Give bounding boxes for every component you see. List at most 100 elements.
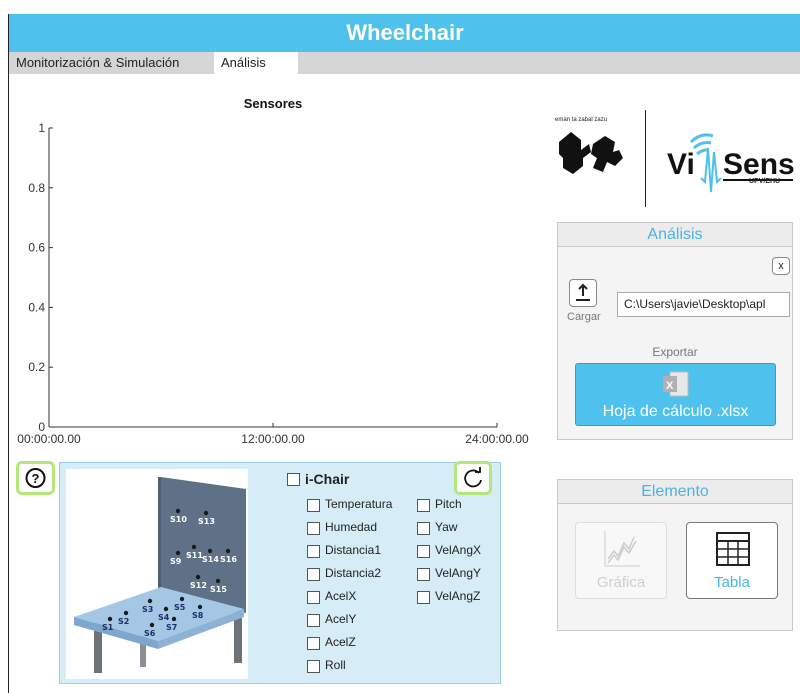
- checkbox-roll[interactable]: [307, 660, 320, 673]
- sensor-label-velangy: VelAngY: [435, 566, 482, 580]
- sensor-label-humedad: Humedad: [325, 520, 378, 534]
- sensor-dot: [215, 578, 221, 584]
- export-xlsx-button[interactable]: X Hoja de cálculo .xlsx: [575, 363, 776, 426]
- y-tick-label: 0.2: [28, 360, 45, 374]
- y-tick-label: 0.8: [28, 181, 45, 195]
- sensor-label: S2: [118, 617, 129, 626]
- tabla-button[interactable]: Tabla: [686, 522, 778, 599]
- sensor-dot: [107, 616, 113, 622]
- tab-bar: Monitorización & Simulación Análisis: [9, 52, 800, 74]
- upload-icon: [576, 283, 590, 301]
- upload-button[interactable]: [569, 279, 597, 307]
- refresh-icon: [464, 467, 482, 488]
- chart-svg: Sensores00.20.40.60.8100:00:00.00 12:00:0…: [17, 96, 529, 446]
- sensor-label: S16: [220, 555, 237, 564]
- sensors-chart: Sensores 0 0.2 0.4 0.6 0.8 1 00:00:00.00 12:00:0…: [9, 94, 549, 464]
- exportar-label: Exportar: [652, 345, 698, 359]
- checkbox-distancia1[interactable]: [307, 545, 320, 558]
- table-icon: [716, 532, 750, 566]
- y-tick-label: 0.6: [28, 241, 45, 255]
- sensor-label: S9: [170, 557, 182, 566]
- sensor-label: S7: [166, 623, 177, 632]
- logo-divider: [645, 110, 646, 207]
- x-tick-label: 00:00:00.00: [17, 432, 81, 446]
- checkbox-velangz[interactable]: [417, 591, 430, 604]
- checkbox-acely[interactable]: [307, 614, 320, 627]
- checkbox-humedad[interactable]: [307, 522, 320, 535]
- grafica-label: Gráfica: [596, 574, 646, 591]
- sensor-label: S10: [170, 515, 187, 524]
- sensor-label: S6: [144, 629, 156, 638]
- ehu-motto: eman ta zabal zazu: [555, 117, 608, 123]
- grafica-button[interactable]: Gráfica: [575, 522, 667, 599]
- sensor-label-distancia2: Distancia2: [325, 566, 382, 580]
- sensor-dot: [191, 544, 197, 550]
- checkbox-acelz[interactable]: [307, 637, 320, 650]
- sensor-dot: [197, 604, 203, 610]
- svg-text:X: X: [666, 380, 674, 392]
- sensor-dot: [195, 574, 201, 580]
- sensor-label: S1: [102, 623, 114, 632]
- sensor-dot: [175, 550, 181, 556]
- vinsens-logo-icon: Vi Sens: [667, 133, 795, 193]
- sensor-dot: [147, 598, 153, 604]
- x-tick-label: 24:00:00.00: [465, 432, 529, 446]
- checkbox-temperatura[interactable]: [307, 499, 320, 512]
- checkbox-yaw[interactable]: [417, 522, 430, 535]
- excel-icon: X: [663, 371, 689, 397]
- chair-illustration: S10 S13 S9 S11 S14 S16 S12 S15 S1 S2 S3 S4 S5 S6 S7 S8: [74, 477, 246, 673]
- close-button[interactable]: x: [772, 257, 790, 275]
- chair-image: S10 S13 S9 S11 S14 S16 S12 S15 S1 S2 S3 S4 S5 S6 S7 S8: [66, 469, 248, 679]
- sensor-label: S13: [198, 517, 215, 526]
- sensor-dot: [179, 596, 185, 602]
- sensor-label-acely: AcelY: [325, 612, 357, 626]
- help-icon: ?: [25, 468, 46, 488]
- svg-text:?: ?: [32, 471, 40, 486]
- tab-monitorizacion[interactable]: Monitorización & Simulación: [9, 52, 186, 74]
- sensor-label: S4: [158, 613, 170, 622]
- sensor-label: S8: [192, 611, 204, 620]
- sensor-dot: [175, 508, 181, 514]
- sensor-dot: [123, 610, 129, 616]
- chart-title: Sensores: [244, 96, 303, 111]
- sensor-label-velangx: VelAngX: [435, 543, 482, 557]
- tabla-label: Tabla: [714, 574, 750, 591]
- tab-analisis[interactable]: Análisis: [214, 52, 298, 74]
- upv-ehu-label: UPV/EHU: [749, 178, 781, 185]
- checkbox-velangy[interactable]: [417, 568, 430, 581]
- line-chart-icon: [604, 531, 640, 567]
- sensor-label: S5: [174, 603, 186, 612]
- sensor-label: S14: [202, 555, 219, 564]
- ichair-checkbox[interactable]: [287, 473, 300, 486]
- ehu-logo-icon: [559, 132, 623, 174]
- sensor-label-pitch: Pitch: [435, 497, 462, 511]
- checkbox-acelx[interactable]: [307, 591, 320, 604]
- analisis-title: Análisis: [558, 223, 792, 247]
- sensor-label-acelx: AcelX: [325, 589, 357, 603]
- refresh-button[interactable]: [454, 461, 492, 495]
- y-tick-label: 0.4: [28, 300, 45, 314]
- sensor-label-acelz: AcelZ: [325, 635, 356, 649]
- file-path-field[interactable]: C:\Users\javie\Desktop\apl: [617, 292, 790, 317]
- sensor-label-distancia1: Distancia1: [325, 543, 382, 557]
- sensor-dot: [149, 622, 155, 628]
- help-button[interactable]: ?: [16, 461, 55, 495]
- checkbox-distancia2[interactable]: [307, 568, 320, 581]
- sensor-dot: [163, 606, 169, 612]
- sensor-dot: [171, 616, 177, 622]
- logos-area: eman ta zabal zazu Vi Sens UPV/EHU: [549, 102, 799, 214]
- checkbox-pitch[interactable]: [417, 499, 430, 512]
- checkbox-velangx[interactable]: [417, 545, 430, 558]
- sensor-dot: [203, 510, 209, 516]
- chair-panel: S10 S13 S9 S11 S14 S16 S12 S15 S1 S2 S3 S4 S5 S6 S7 S8…: [59, 462, 501, 684]
- sensor-label-temperatura: Temperatura: [325, 497, 393, 511]
- sensor-label-yaw: Yaw: [435, 520, 458, 534]
- app-title: Wheelchair: [9, 14, 800, 52]
- sensor-label-roll: Roll: [325, 658, 346, 672]
- sensor-label: S15: [210, 585, 227, 594]
- y-tick-label: 1: [38, 121, 45, 135]
- svg-text:Vi: Vi: [667, 148, 695, 181]
- analisis-panel: Análisis x Cargar C:\Users\javie\Desktop…: [557, 222, 793, 440]
- sensor-dot: [207, 548, 213, 554]
- sensor-label: S3: [142, 605, 153, 614]
